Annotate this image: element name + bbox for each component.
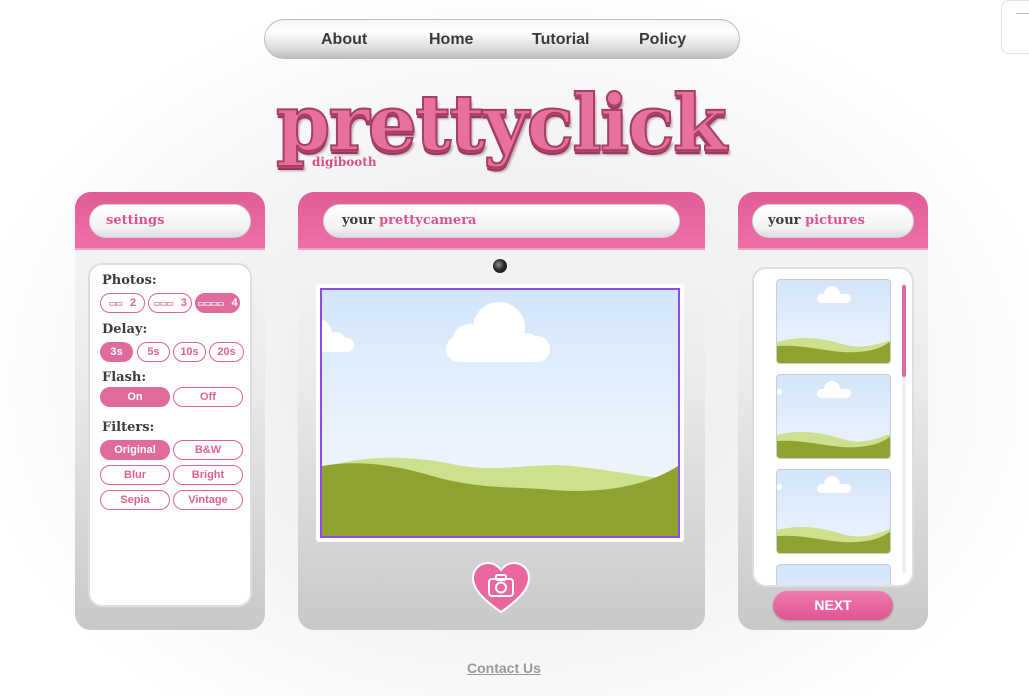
flash-on-button[interactable]: On xyxy=(100,387,170,407)
thumbnail-image xyxy=(777,381,890,458)
flash-label: Flash: xyxy=(102,370,147,385)
thumbnail-image xyxy=(777,476,890,553)
photos-option-4[interactable]: ▭▭▭▭ 4 xyxy=(195,293,240,313)
flash-off-button[interactable]: Off xyxy=(173,387,243,407)
picture-thumbnail[interactable] xyxy=(776,564,891,585)
photos-label: Photos: xyxy=(102,273,157,288)
camera-title-accent: prettycamera xyxy=(379,213,477,228)
nav-about[interactable]: About xyxy=(321,31,367,49)
photos-option-3-label: 3 xyxy=(180,297,187,309)
gallery-scrollbar-thumb[interactable] xyxy=(902,285,906,377)
settings-title: settings xyxy=(106,213,165,228)
next-button[interactable]: NEXT xyxy=(773,591,893,620)
delay-option-3s[interactable]: 3s xyxy=(100,342,133,362)
webcam-lens-icon xyxy=(493,259,507,273)
filter-original-button[interactable]: Original xyxy=(100,440,170,460)
camera-viewport xyxy=(320,288,680,538)
camera-screen-frame xyxy=(316,284,684,542)
settings-title-pill: settings xyxy=(89,204,251,238)
settings-card: Photos: ▭▭ 2 ▭▭▭ 3 ▭▭▭▭ 4 Delay: 3s 5s 10s … xyxy=(88,263,252,607)
pictures-title-pill: your pictures xyxy=(752,204,914,238)
picture-thumbnail[interactable] xyxy=(776,374,891,459)
picture-thumbnail[interactable] xyxy=(776,469,891,554)
corner-widget-dash xyxy=(1016,13,1029,14)
photo-strip-icon: ▭▭▭ xyxy=(153,299,174,308)
delay-option-5s[interactable]: 5s xyxy=(137,342,170,362)
pictures-panel: your pictures NEXT xyxy=(738,192,928,630)
corner-widget[interactable] xyxy=(1001,0,1029,54)
filter-sepia-button[interactable]: Sepia xyxy=(100,490,170,510)
top-nav: About Home Tutorial Policy xyxy=(264,19,740,59)
photos-option-2-label: 2 xyxy=(130,297,137,309)
camera-icon xyxy=(471,561,531,614)
photos-option-3[interactable]: ▭▭▭ 3 xyxy=(148,293,192,313)
camera-header: your prettycamera xyxy=(298,192,705,250)
thumbnail-image xyxy=(777,286,890,363)
filter-bw-button[interactable]: B&W xyxy=(173,440,243,460)
nav-tutorial[interactable]: Tutorial xyxy=(532,31,589,49)
delay-option-20s[interactable]: 20s xyxy=(209,342,244,362)
settings-header: settings xyxy=(75,192,265,250)
pictures-header: your pictures xyxy=(738,192,928,250)
nav-home[interactable]: Home xyxy=(429,31,473,49)
filter-bright-button[interactable]: Bright xyxy=(173,465,243,485)
picture-gallery[interactable] xyxy=(752,267,914,587)
shutter-button[interactable] xyxy=(471,561,531,614)
delay-label: Delay: xyxy=(102,322,148,337)
picture-thumbnail[interactable] xyxy=(776,279,891,364)
app-logo[interactable]: prettyclick digibooth xyxy=(270,77,740,180)
nav-policy[interactable]: Policy xyxy=(639,31,686,49)
photos-option-2[interactable]: ▭▭ 2 xyxy=(100,293,145,313)
filters-label: Filters: xyxy=(102,420,155,435)
camera-title-pill: your prettycamera xyxy=(323,204,680,238)
filter-vintage-button[interactable]: Vintage xyxy=(173,490,243,510)
delay-option-10s[interactable]: 10s xyxy=(173,342,206,362)
photo-strip-icon: ▭▭ xyxy=(108,299,123,308)
pictures-title-accent: pictures xyxy=(805,213,865,228)
camera-panel: your prettycamera xyxy=(298,192,705,630)
camera-title-prefix: your xyxy=(342,213,375,228)
contact-us-link[interactable]: Contact Us xyxy=(467,660,541,676)
pictures-title-prefix: your xyxy=(768,213,801,228)
photos-option-4-label: 4 xyxy=(231,297,238,309)
photo-strip-icon: ▭▭▭▭ xyxy=(197,299,224,308)
filter-blur-button[interactable]: Blur xyxy=(100,465,170,485)
landscape-placeholder-image xyxy=(322,302,678,536)
logo-subtitle: digibooth xyxy=(312,155,377,169)
settings-panel: settings Photos: ▭▭ 2 ▭▭▭ 3 ▭▭▭▭ 4 Delay: 3… xyxy=(75,192,265,630)
